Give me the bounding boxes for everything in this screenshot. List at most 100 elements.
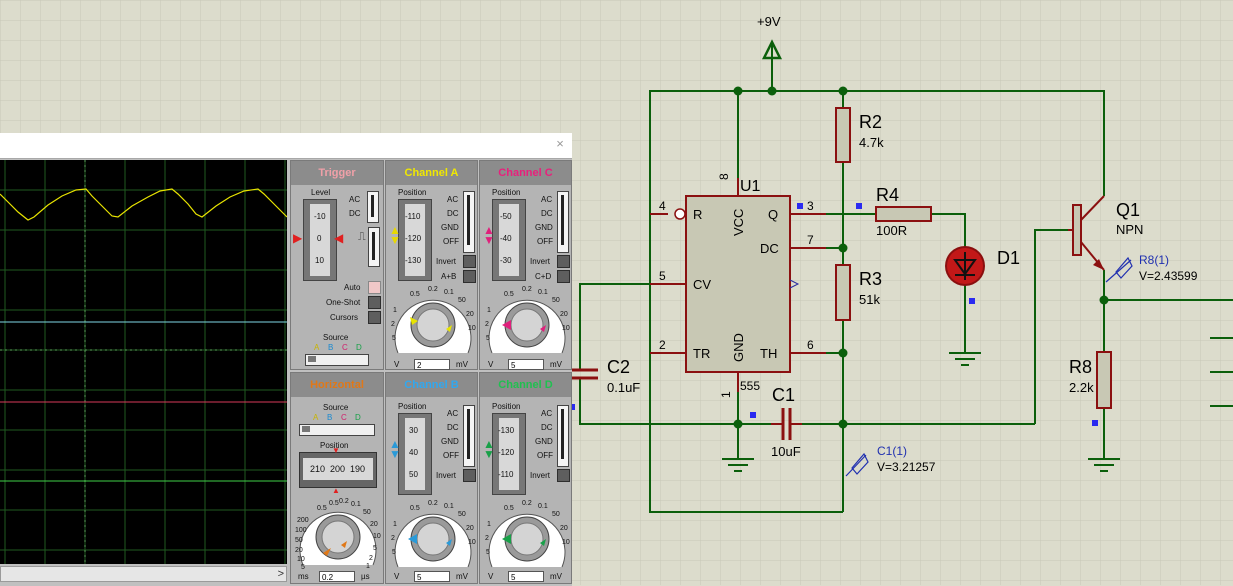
channel-a-volts-knob[interactable]: 0.5 0.2 0.1 50 20 10 1 2 5 — [388, 281, 478, 359]
channel-b-off: OFF — [443, 451, 459, 460]
oscilloscope-window[interactable]: × > Trigger Level -10 0 10 ▶ ◀ AC DC ⎍ A… — [0, 133, 572, 586]
channel-c-panel: Channel C Position -50 -40 -30 ▲ ▼ AC DC … — [479, 160, 572, 370]
trigger-coupling-switch[interactable] — [367, 191, 379, 223]
channel-d-title: Channel D — [480, 373, 571, 397]
channel-d-invert-button[interactable] — [557, 469, 570, 482]
pin-num-4: 4 — [659, 199, 666, 213]
channel-b-volts-knob[interactable]: 0.5 0.2 0.1 50 20 10 1 2 5 — [388, 495, 478, 573]
channel-d-v-label: V — [488, 572, 494, 581]
channel-c-volts-knob[interactable]: 0.5 0.2 0.1 50 20 10 1 2 5 — [482, 281, 572, 359]
channel-b-tick-6: 10 — [468, 539, 476, 546]
channel-c-position-label: Position — [492, 188, 521, 197]
pin-label-r: R — [693, 207, 702, 222]
timebase-tick-9: 1 — [366, 563, 370, 570]
timebase-tick-13: 50 — [295, 537, 303, 544]
trigger-source-b: B — [328, 343, 334, 352]
timebase-value-field[interactable]: 0.2 — [319, 571, 355, 582]
trigger-cursors-button[interactable] — [368, 311, 381, 324]
channel-c-scale-3: -30 — [500, 256, 512, 265]
u1-type: 555 — [740, 379, 760, 393]
pin-num-8: 8 — [717, 173, 731, 180]
channel-b-value-field[interactable]: 5 — [414, 571, 450, 582]
q1-ref: Q1 — [1116, 200, 1140, 220]
channel-a-title: Channel A — [386, 161, 477, 185]
channel-a-invert-button[interactable] — [463, 255, 476, 268]
r8-ref: R8 — [1069, 357, 1092, 377]
horizontal-scale-3: 190 — [350, 464, 366, 474]
channel-c-scale-2: -40 — [500, 234, 512, 243]
channel-a-coupling-switch[interactable] — [463, 191, 475, 253]
channel-c-v-label: V — [488, 360, 494, 369]
channel-c-tick-9: 5 — [486, 335, 490, 342]
pin-num-5: 5 — [659, 269, 666, 283]
channel-c-coupling-switch[interactable] — [557, 191, 569, 253]
oscilloscope-titlebar[interactable]: × — [0, 134, 572, 159]
channel-d-ac: AC — [541, 409, 553, 418]
channel-d-scale-2: -120 — [498, 448, 515, 457]
horizontal-position-dial[interactable]: 210 200 190 — [299, 452, 377, 488]
channel-a-ac: AC — [447, 195, 459, 204]
channel-d-invert-label: Invert — [530, 471, 551, 480]
channel-a-value-field[interactable]: 2 — [414, 359, 450, 370]
close-icon[interactable]: × — [554, 137, 566, 150]
trigger-dc-label: DC — [349, 209, 361, 218]
channel-c-invert-button[interactable] — [557, 255, 570, 268]
horizontal-source-a: A — [313, 413, 319, 422]
channel-a-dc: DC — [447, 209, 459, 218]
horizontal-source-d: D — [355, 413, 361, 422]
channel-d-volts-knob[interactable]: 0.5 0.2 0.1 50 20 10 1 2 5 — [482, 495, 572, 573]
timebase-tick-15: 10 — [297, 556, 305, 563]
channel-d-tick-6: 10 — [562, 539, 570, 546]
channel-a-invert-label: Invert — [436, 257, 457, 266]
channel-d-value-field[interactable]: 5 — [508, 571, 544, 582]
trigger-cursors-label: Cursors — [330, 313, 359, 322]
r2-value: 4.7k — [859, 135, 884, 150]
channel-c-scale-1: -50 — [500, 212, 512, 221]
channel-c-position-dial[interactable]: -50 -40 -30 — [492, 199, 526, 281]
channel-b-coupling-switch[interactable] — [463, 405, 475, 467]
channel-d-marker-icon: ▲ ▼ — [483, 437, 495, 461]
channel-a-unit-label: mV — [456, 360, 468, 369]
trigger-edge-icon: ⎍ — [358, 231, 366, 243]
channel-a-tick-3: 0.1 — [444, 289, 454, 296]
r3-ref: R3 — [859, 269, 882, 289]
channel-d-position-dial[interactable]: -130 -120 -110 — [492, 413, 526, 495]
pin-num-2: 2 — [659, 338, 666, 352]
trigger-level-dial[interactable]: -10 0 10 — [303, 199, 337, 281]
pin-label-th: TH — [760, 346, 777, 361]
trigger-auto-button[interactable] — [368, 281, 381, 294]
channel-c-value-field[interactable]: 5 — [508, 359, 544, 370]
channel-b-position-label: Position — [398, 402, 427, 411]
horizontal-source-b: B — [327, 413, 333, 422]
channel-a-position-dial[interactable]: -110 -120 -130 — [398, 199, 432, 281]
pin-label-cv: CV — [693, 277, 711, 292]
channel-b-tick-1: 0.5 — [410, 505, 420, 512]
channel-c-dc: DC — [541, 209, 553, 218]
channel-d-coupling-switch[interactable] — [557, 405, 569, 467]
trigger-source-a: A — [314, 343, 320, 352]
probe-r8-reading: V=2.43599 — [1139, 269, 1198, 283]
trace-channel-a — [0, 188, 288, 221]
timebase-knob[interactable]: 0.5 0.2 0.1 50 20 10 5 2 1 0.5 200 100 5… — [293, 493, 383, 571]
trigger-source-d: D — [356, 343, 362, 352]
channel-a-scale-2: -120 — [405, 234, 422, 243]
trigger-edge-switch[interactable] — [368, 227, 380, 267]
trigger-marker-right-icon: ◀ — [334, 231, 344, 245]
r2-ref: R2 — [859, 112, 882, 132]
r4-value: 100R — [876, 223, 907, 238]
scroll-right-icon[interactable]: > — [278, 567, 284, 581]
pin-label-vcc: VCC — [731, 209, 746, 236]
channel-a-tick-7: 1 — [393, 307, 397, 314]
horizontal-scrollbar[interactable]: > — [0, 566, 287, 582]
trigger-source-label: Source — [323, 333, 349, 342]
channel-c-title: Channel C — [480, 161, 571, 185]
oscilloscope-screen — [0, 160, 288, 564]
trigger-source-slider[interactable] — [305, 354, 369, 366]
pin-num-7: 7 — [807, 233, 814, 247]
channel-b-invert-button[interactable] — [463, 469, 476, 482]
trigger-title: Trigger — [291, 161, 383, 185]
channel-b-position-dial[interactable]: 30 40 50 — [398, 413, 432, 495]
trigger-one-shot-button[interactable] — [368, 296, 381, 309]
channel-a-tick-9: 5 — [392, 335, 396, 342]
horizontal-source-slider[interactable] — [299, 424, 375, 436]
